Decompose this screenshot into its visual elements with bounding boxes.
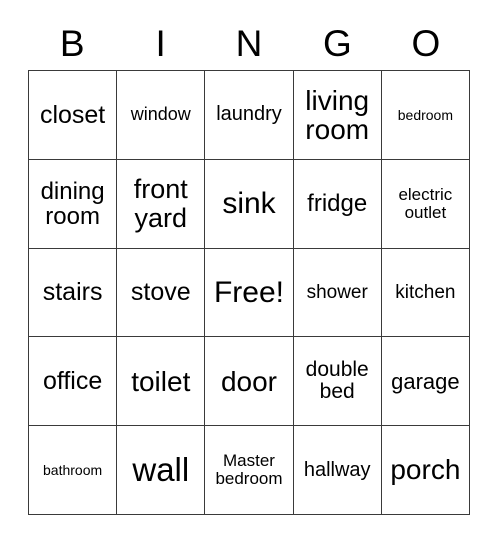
bingo-cell-label: stairs bbox=[42, 278, 103, 307]
bingo-cell-r5c2[interactable]: wall bbox=[117, 426, 206, 515]
bingo-cell-r5c1[interactable]: bathroom bbox=[29, 426, 118, 515]
bingo-cell-r2c3[interactable]: sink bbox=[205, 159, 294, 249]
bingo-card: B I N G O closet window laundry living r… bbox=[0, 0, 500, 544]
bingo-cell-label: hallway bbox=[303, 458, 371, 481]
bingo-cell-label: porch bbox=[390, 454, 461, 486]
bingo-cell-r4c4[interactable]: double bed bbox=[293, 337, 382, 427]
bingo-cell-r1c2[interactable]: window bbox=[117, 71, 206, 160]
bingo-cell-label: stove bbox=[130, 278, 191, 307]
bingo-header-letter-g: G bbox=[323, 22, 352, 64]
bingo-cell-r1c3[interactable]: laundry bbox=[205, 71, 294, 160]
bingo-cell-label: garage bbox=[391, 368, 460, 394]
bingo-cell-r4c2[interactable]: toilet bbox=[117, 337, 206, 427]
bingo-cell-r3c2[interactable]: stove bbox=[117, 248, 206, 338]
bingo-cell-label: sink bbox=[222, 186, 276, 220]
bingo-cell-r3c1[interactable]: stairs bbox=[29, 248, 118, 338]
bingo-cell-label: front yard bbox=[133, 174, 188, 233]
bingo-cell-label: shower bbox=[306, 281, 368, 303]
bingo-cell-label: door bbox=[220, 365, 278, 397]
bingo-cell-r2c4[interactable]: fridge bbox=[293, 159, 382, 249]
bingo-cell-r5c3[interactable]: Master bedroom bbox=[205, 426, 294, 515]
bingo-cell-label: toilet bbox=[131, 365, 191, 397]
bingo-cell-label: electric outlet bbox=[398, 184, 453, 222]
bingo-cell-r5c4[interactable]: hallway bbox=[293, 426, 382, 515]
bingo-header-letter-o: O bbox=[411, 22, 441, 64]
bingo-cell-label: Master bedroom bbox=[215, 451, 283, 489]
bingo-cell-label: bedroom bbox=[397, 106, 454, 123]
bingo-cell-label: double bed bbox=[305, 358, 369, 404]
bingo-cell-label: living room bbox=[305, 84, 370, 145]
bingo-cell-label: bathroom bbox=[43, 461, 103, 478]
bingo-header-letter-n: N bbox=[235, 22, 263, 64]
bingo-cell-label: kitchen bbox=[395, 281, 456, 303]
bingo-cell-r4c3[interactable]: door bbox=[205, 337, 294, 427]
bingo-cell-r4c1[interactable]: office bbox=[29, 337, 118, 427]
bingo-cell-label: closet bbox=[39, 100, 106, 129]
bingo-grid: closet window laundry living room bedroo… bbox=[28, 70, 470, 515]
bingo-cell-r2c2[interactable]: front yard bbox=[117, 159, 206, 249]
bingo-cell-r5c5[interactable]: porch bbox=[381, 426, 470, 515]
bingo-cell-label: window bbox=[130, 104, 191, 125]
bingo-cell-label: Free! bbox=[213, 275, 284, 309]
bingo-cell-label: office bbox=[42, 367, 103, 396]
bingo-cell-r3c5[interactable]: kitchen bbox=[381, 248, 470, 338]
bingo-cell-r4c5[interactable]: garage bbox=[381, 337, 470, 427]
bingo-cell-label: laundry bbox=[216, 103, 282, 126]
bingo-header: B I N G O bbox=[28, 16, 470, 70]
bingo-cell-free-space[interactable]: Free! bbox=[205, 248, 294, 338]
bingo-header-letter-b: B bbox=[59, 22, 85, 64]
bingo-cell-r2c1[interactable]: dining room bbox=[29, 159, 118, 249]
bingo-cell-r1c4[interactable]: living room bbox=[293, 71, 382, 160]
bingo-cell-r1c5[interactable]: bedroom bbox=[381, 71, 470, 160]
bingo-header-letter-i: I bbox=[155, 22, 166, 64]
bingo-cell-r2c5[interactable]: electric outlet bbox=[381, 159, 470, 249]
bingo-cell-r1c1[interactable]: closet bbox=[29, 71, 118, 160]
bingo-cell-r3c4[interactable]: shower bbox=[293, 248, 382, 338]
bingo-cell-label: wall bbox=[132, 450, 190, 488]
bingo-cell-label: fridge bbox=[307, 190, 368, 218]
bingo-cell-label: dining room bbox=[40, 177, 105, 230]
